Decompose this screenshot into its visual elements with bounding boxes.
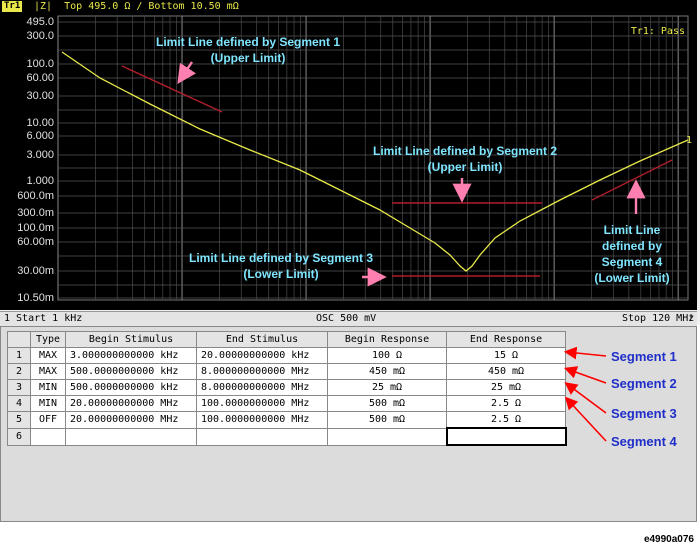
annotation-segment-4: Limit Line defined by Segment 4 (Lower L… [582, 222, 682, 286]
y-tick-label: 600.0m [17, 190, 54, 202]
y-tick-label: 300.0m [17, 207, 54, 219]
status-osc: OSC 500 mV [316, 313, 377, 324]
y-tick-label: 495.0 [26, 16, 54, 28]
y-tick-label: 10.50m [17, 292, 54, 304]
analyzer-screen: Tr1 |Z| Top 495.0 Ω / Bottom 10.50 mΩ Tr… [0, 0, 700, 326]
annotation-segment-2: Limit Line defined by Segment 2 (Upper L… [330, 143, 600, 175]
annotation-segment-3: Limit Line defined by Segment 3 (Lower L… [146, 250, 416, 282]
annotation-seg3-line1: Limit Line defined by Segment 3 [188, 251, 374, 265]
y-tick-label: 30.00 [26, 90, 54, 102]
status-bar: 1 Start 1 kHz OSC 500 mV Stop 120 MHz ! [0, 311, 697, 326]
figure-code: e4990a076 [643, 534, 694, 545]
trace-scale-text: |Z| Top 495.0 Ω / Bottom 10.50 mΩ [28, 1, 239, 12]
limit-line-segment-1 [121, 65, 223, 113]
segment-3-arrow [564, 382, 607, 414]
annotation-seg1-line1: Limit Line defined by Segment 1 [155, 35, 341, 49]
segment-1-arrow [563, 346, 607, 360]
limit-table-panel: Type Begin Stimulus End Stimulus Begin R… [0, 326, 697, 522]
y-tick-label: 3.000 [26, 149, 54, 161]
segment-4-arrow [564, 396, 607, 442]
annotation-seg4-line1: Limit Line [603, 223, 661, 237]
annotation-seg2-line2: (Upper Limit) [427, 160, 503, 174]
y-tick-label: 1.000 [26, 175, 54, 187]
annotation-seg1-line2: (Upper Limit) [210, 51, 286, 65]
y-tick-label: 10.00 [26, 117, 54, 129]
limit-test-status: Tr1: Pass [630, 26, 685, 37]
y-tick-label: 30.00m [17, 265, 54, 277]
annotation-seg4-line2: defined by [601, 239, 662, 253]
limit-line-segment-4 [591, 159, 673, 201]
annotation-seg2-line1: Limit Line defined by Segment 2 [372, 144, 558, 158]
trace-header: Tr1 |Z| Top 495.0 Ω / Bottom 10.50 mΩ [0, 0, 697, 14]
trace-badge[interactable]: Tr1 [2, 1, 23, 12]
segment-arrows [563, 346, 607, 442]
status-warning: ! [688, 313, 695, 324]
status-stop: Stop 120 MHz [622, 313, 695, 324]
y-tick-label: 60.00m [17, 236, 54, 248]
status-start: 1 Start 1 kHz [4, 313, 83, 324]
y-tick-label: 100.0 [26, 58, 54, 70]
annotation-segment-1: Limit Line defined by Segment 1 (Upper L… [118, 34, 378, 66]
plot-area: Tr1 |Z| Top 495.0 Ω / Bottom 10.50 mΩ Tr… [0, 0, 697, 310]
y-tick-label: 100.0m [17, 222, 54, 234]
marker-label: 1 [686, 135, 693, 146]
annotation-seg4-line3: Segment 4 [601, 255, 663, 269]
annotation-seg3-line2: (Lower Limit) [243, 267, 319, 281]
y-tick-label: 60.00 [26, 72, 54, 84]
segment-2-arrow [563, 366, 607, 384]
y-tick-label: 300.0 [26, 30, 54, 42]
y-tick-label: 6.000 [26, 130, 54, 142]
annotation-seg4-line4: (Lower Limit) [594, 271, 670, 285]
